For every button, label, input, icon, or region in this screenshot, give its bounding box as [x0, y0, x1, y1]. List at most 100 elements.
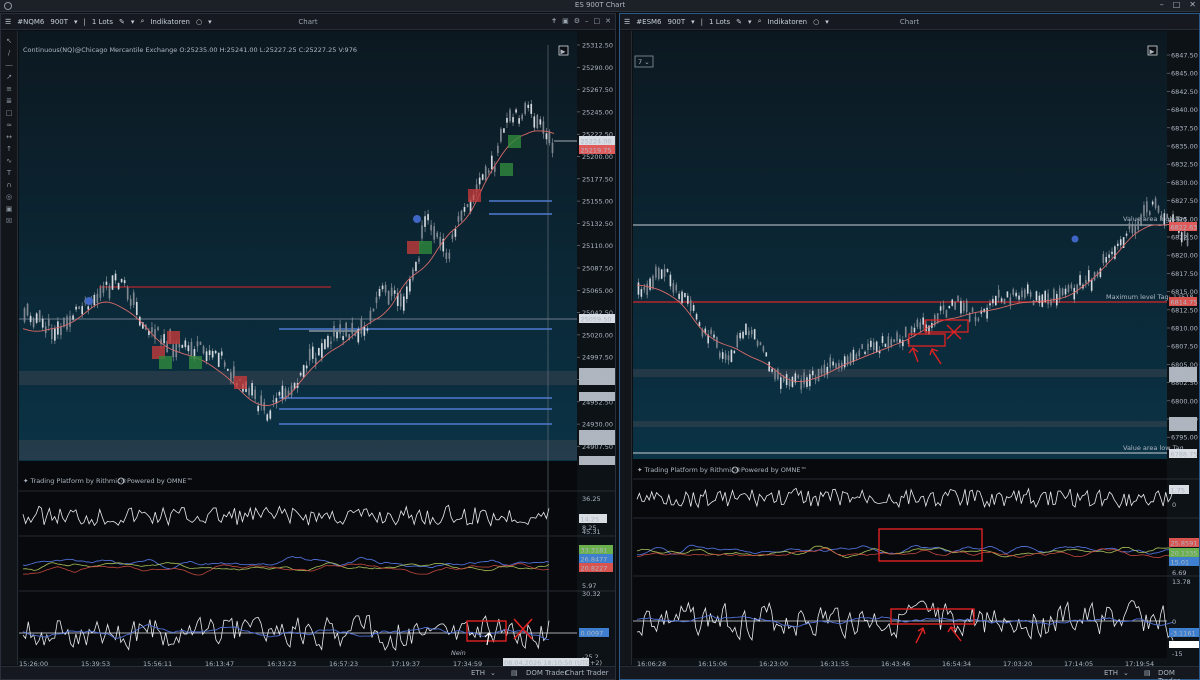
signal-box	[159, 356, 172, 369]
candle-body	[922, 317, 924, 325]
trash-icon[interactable]: ☒	[6, 217, 12, 225]
horizontal-line-icon[interactable]: ―	[6, 61, 13, 69]
lots-field[interactable]: 1 Lots	[92, 18, 113, 26]
indicators-button[interactable]: Indikatoren	[767, 18, 807, 26]
candle-body	[811, 370, 814, 376]
chart-trader-button[interactable]: Chart Trader	[565, 669, 609, 677]
candle-body	[965, 300, 968, 313]
candle-body	[1018, 295, 1020, 300]
candle-body	[989, 303, 991, 306]
candle-body	[983, 308, 985, 313]
draw-tools-icon[interactable]: ✎	[119, 18, 125, 26]
symbol-selector[interactable]: #NQM6	[17, 18, 44, 26]
go-to-end-icon: ▶	[1150, 48, 1155, 56]
candle-body	[997, 289, 1000, 298]
window-menu-icon[interactable]: ☰	[5, 18, 11, 26]
candle-body	[539, 119, 542, 125]
measure-tool-icon[interactable]: ↔	[6, 133, 12, 141]
powered-text: Powered by OMNE™	[741, 466, 807, 474]
dom-trader-button[interactable]: DOM Trader	[1158, 669, 1199, 680]
candle-body	[287, 390, 290, 395]
brush-tool-icon[interactable]: ≈	[6, 121, 12, 129]
zoom-icon[interactable]: ⌕	[758, 17, 762, 26]
text-tool-icon[interactable]: T	[7, 169, 11, 177]
minimize-icon[interactable]: –	[585, 17, 589, 25]
settings-icon[interactable]: ⚙	[574, 17, 580, 25]
magnet-icon[interactable]: ∩	[6, 181, 11, 189]
draw-tools-icon[interactable]: ✎	[736, 18, 742, 26]
indicators-button[interactable]: Indikatoren	[150, 18, 190, 26]
template-icon[interactable]: ○	[813, 18, 819, 26]
calendar-icon[interactable]: ▤	[511, 669, 518, 677]
candle-body	[466, 203, 469, 208]
fibonacci-icon[interactable]: ≣	[6, 97, 12, 105]
candle-body	[1009, 297, 1012, 306]
price-tick-label: 25065.00	[582, 287, 613, 295]
chevron-down-icon[interactable]: ▾	[691, 18, 695, 26]
price-tick-label: 25087.50	[582, 265, 613, 273]
window-menu-icon[interactable]: ☰	[624, 18, 630, 26]
candle-body	[318, 347, 320, 356]
zoom-icon[interactable]: ⌕	[140, 17, 144, 26]
dom-trader-button[interactable]: DOM Trader	[526, 669, 567, 677]
maximize-icon[interactable]: □	[594, 17, 601, 25]
candle-body	[1102, 253, 1105, 264]
candle-body	[1143, 204, 1145, 217]
ind2-axis-label: 45.31	[582, 528, 601, 536]
candle-body	[681, 291, 683, 304]
session-selector[interactable]: ETH	[471, 669, 485, 677]
maximize-icon[interactable]: □	[1173, 0, 1181, 9]
window-controls: – □ ✕	[1160, 0, 1196, 9]
lots-field[interactable]: 1 Lots	[709, 18, 730, 26]
close-icon[interactable]: ✕	[1189, 0, 1196, 9]
candle-body	[713, 334, 715, 338]
signal-box	[189, 356, 202, 369]
chevron-down-icon[interactable]: ▾	[748, 18, 752, 26]
pattern-tool-icon[interactable]: ∿	[6, 157, 12, 165]
template-icon[interactable]: ○	[196, 18, 202, 26]
calendar-icon[interactable]: ▤	[1144, 669, 1151, 677]
chevron-down-icon[interactable]: ▾	[74, 18, 78, 26]
candle-body	[260, 395, 263, 406]
price-tick-label: 6827.50	[1171, 197, 1198, 205]
signal-dot	[1071, 235, 1079, 243]
candle-body	[257, 405, 259, 412]
chevron-down-icon[interactable]: ▾	[131, 18, 135, 26]
chevron-down-icon[interactable]: ▾	[825, 18, 829, 26]
channel-tool-icon[interactable]: ≡	[6, 85, 12, 93]
ray-tool-icon[interactable]: ↗	[6, 73, 12, 81]
cursor-icon[interactable]: ↖	[6, 37, 12, 45]
chevron-down-icon[interactable]: ▾	[208, 18, 212, 26]
candle-body	[1079, 275, 1081, 286]
candle-body	[78, 306, 80, 309]
crosshair-icon[interactable]: ✝	[551, 17, 557, 25]
chart-area[interactable]: 7 ⌄Value area high TagMaximum level Tag:…	[633, 31, 1199, 668]
chart-area[interactable]: Continuous(NQ)@Chicago Mercantile Exchan…	[19, 31, 615, 668]
arrow-tool-icon[interactable]: ↑	[6, 145, 12, 153]
rectangle-tool-icon[interactable]: □	[6, 109, 13, 117]
period-selector[interactable]: 900T	[50, 18, 68, 26]
candle-body	[963, 303, 965, 311]
candle-body	[1076, 284, 1078, 294]
candle-body	[788, 380, 791, 387]
candle-body	[308, 348, 311, 361]
candle-body	[1117, 243, 1119, 247]
candle-body	[512, 117, 514, 123]
lock-icon[interactable]: ▣	[6, 205, 13, 213]
chevron-down-icon[interactable]: ⌄	[490, 669, 496, 677]
candle-body	[945, 310, 948, 318]
minimize-icon[interactable]: –	[1160, 0, 1164, 9]
session-selector[interactable]: ETH	[1104, 669, 1118, 677]
period-selector[interactable]: 900T	[668, 18, 686, 26]
candle-body	[117, 283, 120, 290]
candle-body	[730, 349, 733, 363]
chevron-down-icon[interactable]: ⌄	[1123, 669, 1129, 677]
symbol-selector[interactable]: #ESM6	[636, 18, 661, 26]
eye-icon[interactable]: ◎	[6, 193, 12, 201]
line-tool-icon[interactable]: ∕	[8, 49, 10, 57]
camera-icon[interactable]: ▣	[562, 17, 569, 25]
ind2-green-tag: 33.3181	[581, 547, 608, 555]
candle-body	[957, 295, 959, 302]
candle-body	[669, 274, 672, 287]
close-icon[interactable]: ✕	[605, 17, 611, 25]
